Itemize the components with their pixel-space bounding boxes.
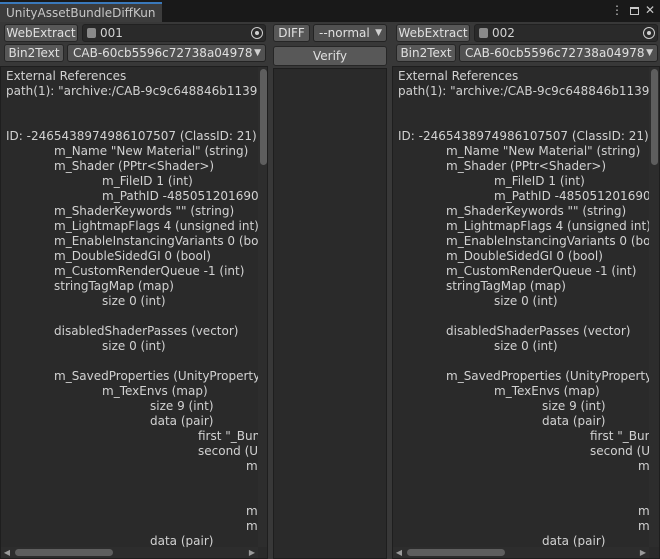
scroll-left-arrow-icon[interactable]: ◀ (394, 548, 404, 558)
right-text-line: first "_Bum (590, 429, 657, 443)
right-text-line: ID: -2465438974986107507 (ClassID: 21) M… (398, 129, 660, 143)
right-vertical-scrollbar[interactable] (649, 67, 659, 547)
right-text-line: m_CustomRenderQueue -1 (int) (446, 264, 637, 278)
right-text-line: m_Shader (PPtr<Shader>) (446, 159, 607, 173)
left-text-line: data (pair) (150, 414, 214, 428)
left-text-line: m (246, 519, 258, 533)
right-text-line: path(1): "archive:/CAB-9c9c648846b1139c8 (398, 84, 660, 98)
right-text-line: m_FileID 1 (int) (494, 174, 585, 188)
left-object-field-value: 001 (100, 26, 123, 40)
left-text-line: m_EnableInstancingVariants 0 (bool) (54, 234, 268, 248)
left-text-line: size 9 (int) (150, 399, 214, 413)
left-cab-dropdown[interactable]: CAB-60cb5596c72738a049789 ▼ (67, 44, 266, 62)
right-text-line: size 9 (int) (542, 399, 606, 413)
right-text-line: size 0 (int) (494, 339, 558, 353)
chevron-down-icon: ▼ (252, 46, 261, 61)
right-text-line: External References (398, 69, 519, 83)
right-object-field[interactable]: 002 (474, 24, 658, 42)
left-text-line: m_TexEnvs (map) (102, 384, 208, 398)
left-text-line: m_PathID -4850512016903 (102, 189, 267, 203)
left-text-line: m_Shader (PPtr<Shader>) (54, 159, 215, 173)
right-text-area[interactable]: External References path(1): "archive:/CA… (392, 66, 660, 559)
diff-result-area[interactable] (273, 68, 387, 559)
left-text-line: m_DoubleSidedGI 0 (bool) (54, 249, 211, 263)
left-horizontal-scroll-thumb[interactable] (15, 549, 113, 556)
right-vertical-scroll-thumb[interactable] (651, 69, 658, 165)
object-picker-icon[interactable] (251, 27, 263, 39)
left-text-line: second (U (198, 444, 259, 458)
diff-mode-dropdown[interactable]: --normal ▼ (313, 24, 387, 42)
left-text-line: size 0 (int) (102, 294, 166, 308)
right-web-extract-button[interactable]: WebExtract (396, 24, 470, 42)
right-horizontal-scroll-thumb[interactable] (407, 549, 505, 556)
right-text-line: stringTagMap (map) (446, 279, 566, 293)
left-bin2text-button[interactable]: Bin2Text (4, 44, 64, 62)
left-text-line: m (246, 459, 258, 473)
right-text-line: second (U (590, 444, 651, 458)
right-text-line: m_EnableInstancingVariants 0 (bool) (446, 234, 660, 248)
maximize-icon[interactable] (627, 3, 641, 17)
chevron-down-icon: ▼ (644, 46, 653, 61)
left-text-area[interactable]: External References path(1): "archive:/CA… (0, 66, 268, 559)
kebab-menu-icon[interactable]: ⋮ (610, 3, 624, 17)
left-text-line: m_Name "New Material" (string) (54, 144, 249, 158)
left-web-extract-button[interactable]: WebExtract (4, 24, 78, 42)
left-text-line: m_LightmapFlags 4 (unsigned int) (54, 219, 259, 233)
left-text-line: m_CustomRenderQueue -1 (int) (54, 264, 245, 278)
left-text-line: External References (6, 69, 127, 83)
left-text-line: stringTagMap (map) (54, 279, 174, 293)
left-text-line: m_FileID 1 (int) (102, 174, 193, 188)
left-object-field[interactable]: 001 (82, 24, 266, 42)
verify-button[interactable]: Verify (273, 46, 387, 66)
object-picker-icon[interactable] (643, 27, 655, 39)
left-text-line: m_ShaderKeywords "" (string) (54, 204, 235, 218)
right-text-line: data (pair) (542, 414, 606, 428)
right-cab-dropdown[interactable]: CAB-60cb5596c72738a049789 ▼ (459, 44, 658, 62)
object-icon (87, 28, 96, 38)
left-text-line: path(1): "archive:/CAB-9c9c648846b1139c8 (6, 84, 268, 98)
right-text-line: m_ShaderKeywords "" (string) (446, 204, 627, 218)
right-text-line: m (638, 504, 650, 518)
object-icon (479, 28, 488, 38)
scroll-left-arrow-icon[interactable]: ◀ (2, 548, 12, 558)
right-text-line: m (638, 519, 650, 533)
right-object-field-value: 002 (492, 26, 515, 40)
left-text-line: m (246, 504, 258, 518)
right-horizontal-scrollbar[interactable]: ◀ ▶ (393, 547, 649, 558)
scroll-right-arrow-icon[interactable]: ▶ (638, 548, 648, 558)
right-text-line: m_DoubleSidedGI 0 (bool) (446, 249, 603, 263)
right-text-line: m (638, 459, 650, 473)
right-text-line: size 0 (int) (494, 294, 558, 308)
right-text-line: m_Name "New Material" (string) (446, 144, 641, 158)
left-vertical-scroll-thumb[interactable] (260, 69, 267, 165)
window-tab[interactable]: UnityAssetBundleDiffKun (0, 2, 162, 22)
diff-mode-dropdown-value: --normal (319, 26, 370, 40)
left-horizontal-scrollbar[interactable]: ◀ ▶ (1, 547, 258, 558)
right-text-line: m_LightmapFlags 4 (unsigned int) (446, 219, 651, 233)
left-cab-dropdown-value: CAB-60cb5596c72738a049789 (73, 46, 261, 60)
left-text-line: size 0 (int) (102, 339, 166, 353)
diff-button[interactable]: DIFF (273, 24, 310, 42)
right-text-line: disabledShaderPasses (vector) (446, 324, 631, 338)
right-text-line: m_PathID -4850512016903 (494, 189, 659, 203)
scroll-right-arrow-icon[interactable]: ▶ (247, 548, 257, 558)
right-bin2text-button[interactable]: Bin2Text (396, 44, 456, 62)
right-text-line: m_TexEnvs (map) (494, 384, 600, 398)
right-cab-dropdown-value: CAB-60cb5596c72738a049789 (465, 46, 653, 60)
left-text-line: disabledShaderPasses (vector) (54, 324, 239, 338)
chevron-down-icon: ▼ (373, 26, 382, 41)
left-text-line: first "_Bum (198, 429, 265, 443)
left-text-line: m_SavedProperties (UnityPropertyS (54, 369, 268, 383)
close-icon[interactable]: ✕ (643, 3, 657, 17)
right-text-line: m_SavedProperties (UnityPropertyS (446, 369, 660, 383)
left-text-line: ID: -2465438974986107507 (ClassID: 21) M… (6, 129, 268, 143)
left-vertical-scrollbar[interactable] (258, 67, 267, 547)
